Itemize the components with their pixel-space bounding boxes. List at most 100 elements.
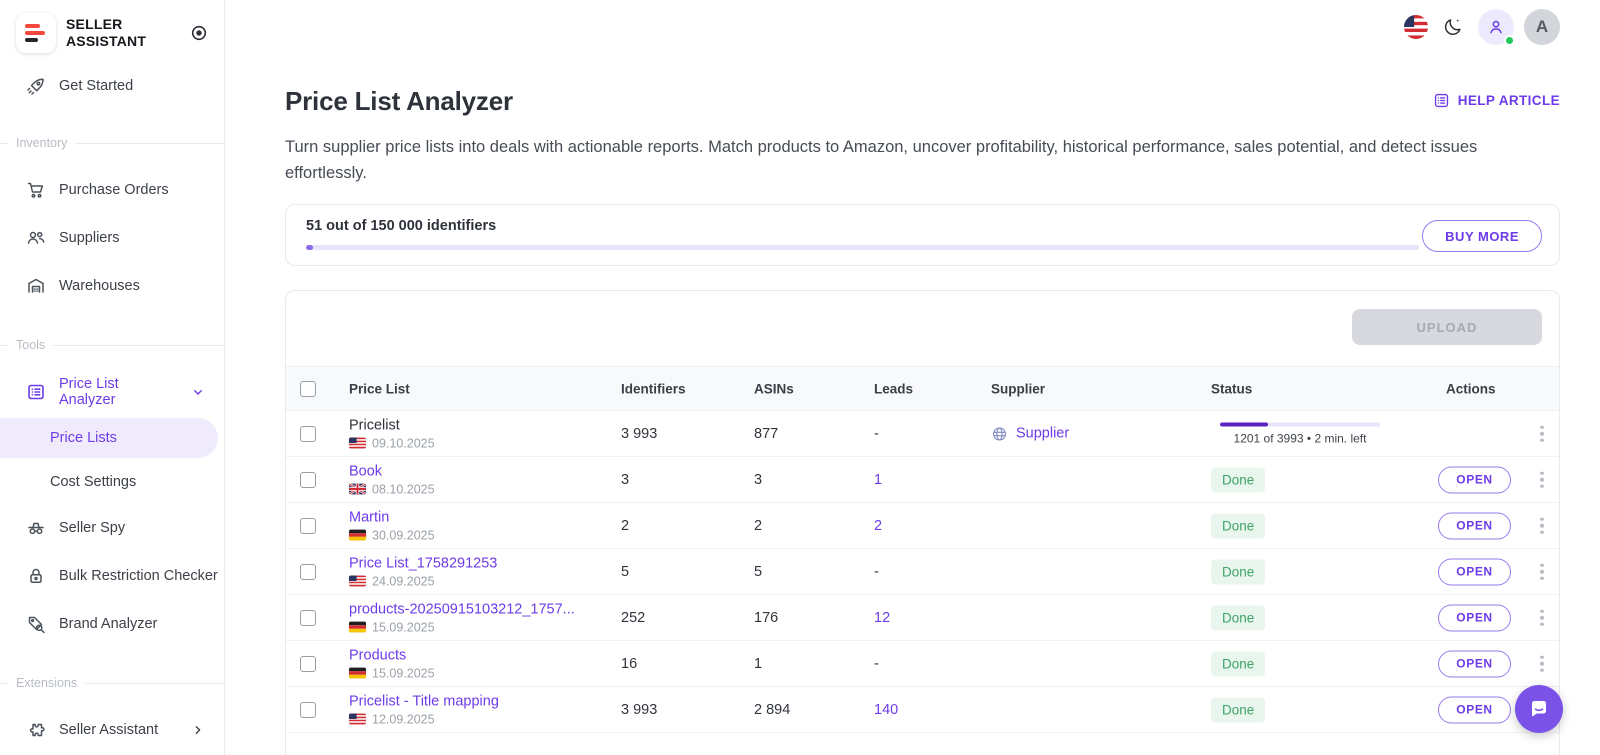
- price-list-meta: 12.09.2025: [349, 712, 499, 726]
- sidebar-item-warehouses[interactable]: Warehouses: [0, 262, 224, 310]
- open-button[interactable]: OPEN: [1438, 604, 1511, 631]
- leads-value-link[interactable]: 12: [874, 610, 890, 626]
- status-done-badge: Done: [1211, 467, 1265, 492]
- sidebar-subitem-price-lists[interactable]: Price Lists: [0, 418, 218, 458]
- price-list-name-link[interactable]: Pricelist - Title mapping: [349, 693, 499, 709]
- price-list-name-link[interactable]: Price List_1758291253: [349, 555, 497, 571]
- kebab-menu-icon[interactable]: [1534, 467, 1550, 492]
- progress-fill: [1220, 422, 1268, 426]
- sidebar-subitem-cost-settings[interactable]: Cost Settings: [0, 460, 224, 504]
- row-cell-open: OPEN: [1438, 512, 1511, 539]
- row-cell-checkbox: [300, 610, 316, 626]
- main-content: A Price List Analyzer HELP ARTICLE Turn …: [225, 0, 1600, 755]
- asins-value: 877: [754, 426, 778, 442]
- kebab-menu-icon[interactable]: [1534, 421, 1550, 446]
- dark-mode-moon-icon[interactable]: [1442, 16, 1464, 38]
- topbar: A: [1404, 9, 1560, 45]
- sidebar-item-seller-spy[interactable]: Seller Spy: [0, 504, 224, 552]
- price-list-date: 15.09.2025: [372, 620, 435, 634]
- leads-value: -: [874, 426, 879, 442]
- leads-value: -: [874, 656, 879, 672]
- sidebar-header: SELLER ASSISTANT: [0, 0, 224, 56]
- article-icon: [1433, 92, 1450, 109]
- price-list-name: Pricelist: [349, 417, 435, 433]
- sidebar-label: Warehouses: [59, 278, 140, 294]
- chevron-right-icon[interactable]: [190, 722, 206, 738]
- open-button[interactable]: OPEN: [1438, 512, 1511, 539]
- row-checkbox[interactable]: [300, 702, 316, 718]
- identifiers-value: 3: [621, 472, 629, 488]
- sidebar-item-seller-assistant-extension[interactable]: Seller Assistant: [0, 706, 224, 754]
- language-flag-us-icon[interactable]: [1404, 15, 1428, 39]
- user-avatar[interactable]: A: [1524, 9, 1560, 45]
- identifiers-quota-card: 51 out of 150 000 identifiers BUY MORE: [285, 204, 1560, 266]
- us-flag-icon: [349, 438, 366, 449]
- row-checkbox[interactable]: [300, 472, 316, 488]
- status-cell: Done: [1211, 559, 1265, 584]
- sidebar-collapse-icon[interactable]: [190, 24, 208, 42]
- kebab-menu-icon[interactable]: [1534, 651, 1550, 676]
- identifiers-value: 2: [621, 518, 629, 534]
- sidebar-item-price-list-analyzer[interactable]: Price List Analyzer: [0, 368, 224, 416]
- kebab-menu-icon[interactable]: [1534, 513, 1550, 538]
- sidebar-label: Price Lists: [50, 430, 117, 446]
- price-list-cell: Martin30.09.2025: [349, 509, 435, 542]
- sidebar-item-bulk-restriction-checker[interactable]: Bulk Restriction Checker: [0, 552, 224, 600]
- section-extensions: Extensions: [0, 674, 224, 692]
- table-body: Pricelist09.10.20253 993877-Supplier1201…: [286, 411, 1559, 733]
- price-list-name-link[interactable]: Products: [349, 647, 435, 663]
- row-cell-open: OPEN: [1438, 466, 1511, 493]
- price-list-name-link[interactable]: products-20250915103212_1757...: [349, 601, 575, 617]
- status-done-badge: Done: [1211, 605, 1265, 630]
- supplier-link[interactable]: Supplier: [991, 425, 1069, 442]
- status-done-badge: Done: [1211, 651, 1265, 676]
- price-list-meta: 15.09.2025: [349, 620, 575, 634]
- open-button[interactable]: OPEN: [1438, 696, 1511, 723]
- identifiers-value: 3 993: [621, 426, 657, 442]
- open-button[interactable]: OPEN: [1438, 466, 1511, 493]
- lock-icon: [26, 566, 46, 586]
- sidebar-item-get-started[interactable]: Get Started: [0, 64, 224, 108]
- row-cell-open: OPEN: [1438, 696, 1511, 723]
- open-button[interactable]: OPEN: [1438, 650, 1511, 677]
- status-cell: Done: [1211, 467, 1265, 492]
- row-checkbox[interactable]: [300, 656, 316, 672]
- sidebar-item-brand-analyzer[interactable]: Brand Analyzer: [0, 600, 224, 648]
- help-article-link[interactable]: HELP ARTICLE: [1433, 92, 1560, 109]
- status-done-badge: Done: [1211, 559, 1265, 584]
- table-row: Price List_175829125324.09.202555-DoneOP…: [286, 549, 1559, 595]
- leads-value-link[interactable]: 1: [874, 472, 882, 488]
- table-row: Pricelist09.10.20253 993877-Supplier1201…: [286, 411, 1559, 457]
- price-list-name-link[interactable]: Martin: [349, 509, 435, 525]
- sidebar-label: Bulk Restriction Checker: [59, 568, 218, 584]
- table-row: Products15.09.2025161-DoneOPEN: [286, 641, 1559, 687]
- users-icon: [26, 228, 46, 248]
- leads-value-link[interactable]: 2: [874, 518, 882, 534]
- row-checkbox[interactable]: [300, 426, 316, 442]
- sidebar-item-purchase-orders[interactable]: Purchase Orders: [0, 166, 224, 214]
- app-logo: [16, 13, 56, 53]
- identifiers-value: 5: [621, 564, 629, 580]
- sidebar-item-suppliers[interactable]: Suppliers: [0, 214, 224, 262]
- buy-more-button[interactable]: BUY MORE: [1422, 220, 1542, 252]
- price-list-name-link[interactable]: Book: [349, 463, 435, 479]
- leads-value-link[interactable]: 140: [874, 702, 898, 718]
- row-cell-checkbox: [300, 426, 316, 442]
- column-supplier: Supplier: [991, 381, 1045, 396]
- chat-bubble-icon[interactable]: [1515, 685, 1563, 733]
- upload-button[interactable]: UPLOAD: [1352, 309, 1542, 345]
- kebab-menu-icon[interactable]: [1534, 559, 1550, 584]
- account-person-icon[interactable]: [1478, 9, 1514, 45]
- row-checkbox[interactable]: [300, 610, 316, 626]
- chevron-down-icon[interactable]: [190, 384, 206, 400]
- price-list-cell: Price List_175829125324.09.2025: [349, 555, 497, 588]
- kebab-menu-icon[interactable]: [1534, 605, 1550, 630]
- row-checkbox[interactable]: [300, 518, 316, 534]
- table-row: Pricelist - Title mapping12.09.20253 993…: [286, 687, 1559, 733]
- row-cell-checkbox: [300, 472, 316, 488]
- row-checkbox[interactable]: [300, 564, 316, 580]
- identifiers-value: 16: [621, 656, 637, 672]
- row-cell-checkbox: [300, 564, 316, 580]
- open-button[interactable]: OPEN: [1438, 558, 1511, 585]
- select-all-checkbox[interactable]: [300, 381, 316, 397]
